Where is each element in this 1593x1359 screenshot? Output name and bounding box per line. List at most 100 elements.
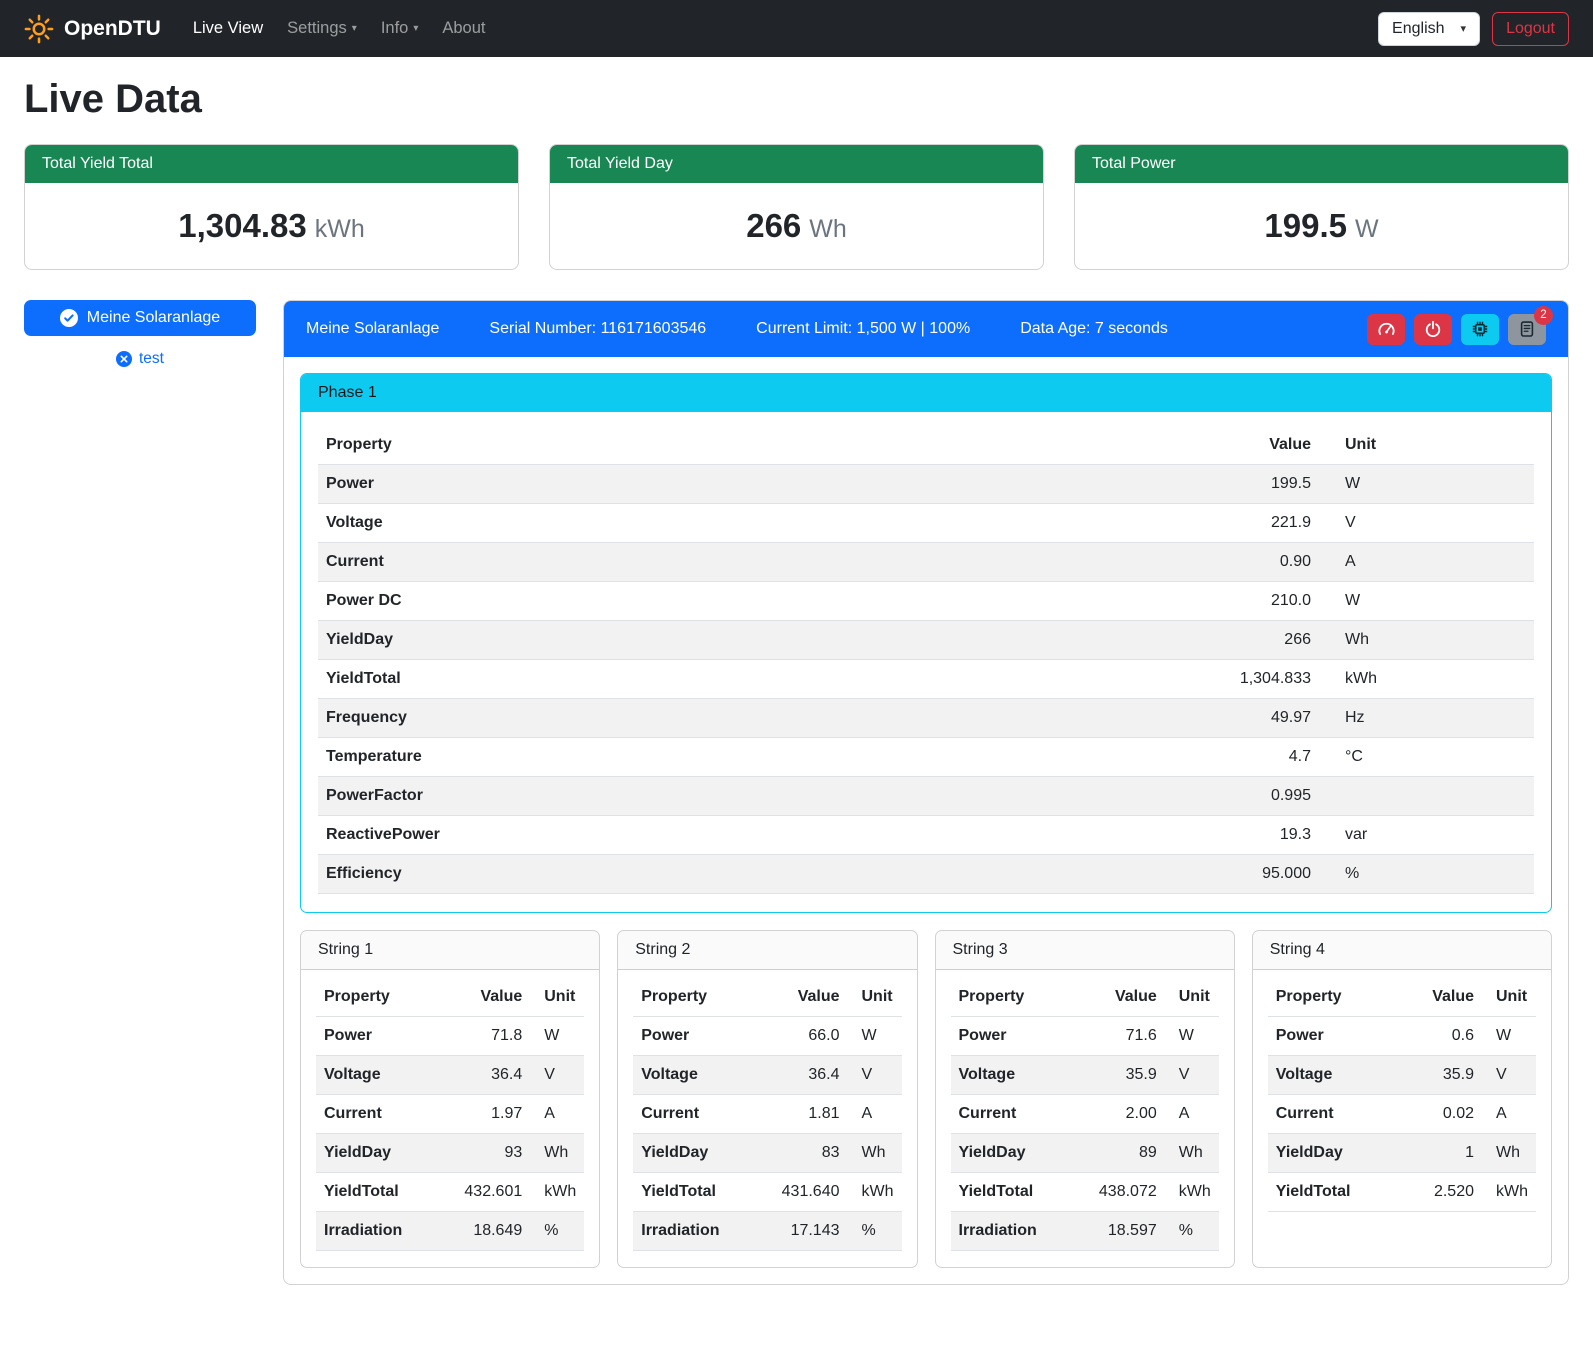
unit-cell: V — [848, 1056, 902, 1095]
unit-cell: % — [848, 1212, 902, 1251]
unit-cell: V — [1319, 504, 1534, 543]
inverter-card-header: Meine Solaranlage Serial Number: 1161716… — [284, 301, 1568, 357]
nav-settings[interactable]: Settings ▾ — [275, 11, 369, 46]
nav-info[interactable]: Info ▾ — [369, 11, 431, 46]
property-cell: Power — [1268, 1017, 1399, 1056]
inverter-info: Meine Solaranlage Serial Number: 1161716… — [306, 320, 1168, 338]
property-column-header: Property — [633, 978, 753, 1017]
card-body: 266Wh — [550, 183, 1043, 269]
inverter-select-button[interactable]: Meine Solaranlage — [24, 300, 256, 336]
event-tag-test[interactable]: test — [24, 350, 256, 368]
chevron-down-icon: ▾ — [413, 23, 418, 34]
table-row: Efficiency95.000% — [318, 855, 1534, 894]
value-cell: 66.0 — [753, 1017, 847, 1056]
table-row: YieldDay93Wh — [316, 1134, 584, 1173]
value-cell: 35.9 — [1399, 1056, 1482, 1095]
table-row: Current0.90A — [318, 543, 1534, 582]
string-1-card: String 1 Property Value Unit Power71.8WV… — [300, 930, 600, 1268]
property-cell: Frequency — [318, 699, 917, 738]
brand[interactable]: OpenDTU — [24, 14, 161, 44]
table-row: YieldTotal431.640kWh — [633, 1173, 901, 1212]
string-1-title: String 1 — [301, 931, 599, 970]
table-row: PowerFactor0.995 — [318, 777, 1534, 816]
property-cell: YieldTotal — [633, 1173, 753, 1212]
value-cell: 36.4 — [753, 1056, 847, 1095]
table-row: Current1.81A — [633, 1095, 901, 1134]
x-circle-icon[interactable] — [116, 351, 132, 367]
value-cell: 1,304.833 — [917, 660, 1319, 699]
nav-live-view-label: Live View — [193, 19, 263, 38]
value-cell: 432.601 — [436, 1173, 530, 1212]
property-cell: YieldTotal — [1268, 1173, 1399, 1212]
total-yield-day-card: Total Yield Day 266Wh — [549, 144, 1044, 270]
total-yield-total-unit: kWh — [315, 215, 365, 243]
unit-column-header: Unit — [848, 978, 902, 1017]
property-cell: Current — [316, 1095, 436, 1134]
power-icon — [1424, 320, 1442, 338]
table-row: Voltage35.9V — [1268, 1056, 1536, 1095]
value-cell: 19.3 — [917, 816, 1319, 855]
property-cell: Power — [316, 1017, 436, 1056]
value-cell: 266 — [917, 621, 1319, 660]
sun-icon — [24, 14, 54, 44]
nav-about[interactable]: About — [430, 11, 497, 46]
unit-cell: W — [530, 1017, 584, 1056]
string-3-card: String 3 Property Value Unit Power71.6WV… — [935, 930, 1235, 1268]
unit-cell: Wh — [530, 1134, 584, 1173]
value-cell: 83 — [753, 1134, 847, 1173]
table-row: ReactivePower19.3var — [318, 816, 1534, 855]
inverter-select-label: Meine Solaranlage — [87, 309, 220, 327]
value-cell: 0.90 — [917, 543, 1319, 582]
value-cell: 1.97 — [436, 1095, 530, 1134]
table-row: YieldTotal432.601kWh — [316, 1173, 584, 1212]
unit-cell: Hz — [1319, 699, 1534, 738]
unit-cell: kWh — [848, 1173, 902, 1212]
property-cell: Voltage — [1268, 1056, 1399, 1095]
inverter-serial: Serial Number: 116171603546 — [489, 320, 706, 338]
string-4-table-body: Power0.6WVoltage35.9VCurrent0.02AYieldDa… — [1268, 1017, 1536, 1212]
nav-live-view[interactable]: Live View — [181, 11, 275, 46]
device-info-button[interactable] — [1461, 314, 1499, 345]
property-cell: Power — [633, 1017, 753, 1056]
property-cell: Current — [318, 543, 917, 582]
table-row: YieldTotal1,304.833kWh — [318, 660, 1534, 699]
table-row: Frequency49.97Hz — [318, 699, 1534, 738]
logout-button[interactable]: Logout — [1492, 12, 1569, 46]
value-cell: 0.6 — [1399, 1017, 1482, 1056]
total-yield-total-value: 1,304.83 — [178, 207, 306, 244]
unit-cell: A — [1165, 1095, 1219, 1134]
nav-info-label: Info — [381, 19, 409, 38]
value-cell: 18.649 — [436, 1212, 530, 1251]
property-cell: Power — [318, 465, 917, 504]
string-3-table: Property Value Unit Power71.6WVoltage35.… — [951, 978, 1219, 1251]
property-cell: Current — [633, 1095, 753, 1134]
table-row: Power DC210.0W — [318, 582, 1534, 621]
language-select[interactable]: English ▾ — [1378, 12, 1480, 46]
property-cell: YieldDay — [1268, 1134, 1399, 1173]
value-column-header: Value — [1399, 978, 1482, 1017]
string-2-title: String 2 — [618, 931, 916, 970]
table-row: Irradiation17.143% — [633, 1212, 901, 1251]
unit-cell: °C — [1319, 738, 1534, 777]
value-cell: 1 — [1399, 1134, 1482, 1173]
limit-settings-button[interactable] — [1367, 314, 1405, 345]
value-cell: 210.0 — [917, 582, 1319, 621]
string-1-table-body: Power71.8WVoltage36.4VCurrent1.97AYieldD… — [316, 1017, 584, 1251]
table-row: Voltage221.9V — [318, 504, 1534, 543]
nav-about-label: About — [442, 19, 485, 38]
unit-cell: var — [1319, 816, 1534, 855]
total-yield-total-card: Total Yield Total 1,304.83kWh — [24, 144, 519, 270]
unit-cell: A — [848, 1095, 902, 1134]
string-4-card: String 4 Property Value Unit Power0.6WVo… — [1252, 930, 1552, 1268]
journal-icon — [1518, 320, 1536, 338]
table-header: Property Value Unit — [633, 978, 901, 1017]
unit-cell: kWh — [530, 1173, 584, 1212]
unit-cell: W — [1319, 465, 1534, 504]
unit-cell: Wh — [1165, 1134, 1219, 1173]
unit-cell: Wh — [1482, 1134, 1536, 1173]
table-row: Power71.8W — [316, 1017, 584, 1056]
events-button[interactable]: 2 — [1508, 314, 1546, 345]
power-button[interactable] — [1414, 314, 1452, 345]
value-column-header: Value — [436, 978, 530, 1017]
page-content: Live Data Total Yield Total 1,304.83kWh … — [0, 57, 1593, 1309]
